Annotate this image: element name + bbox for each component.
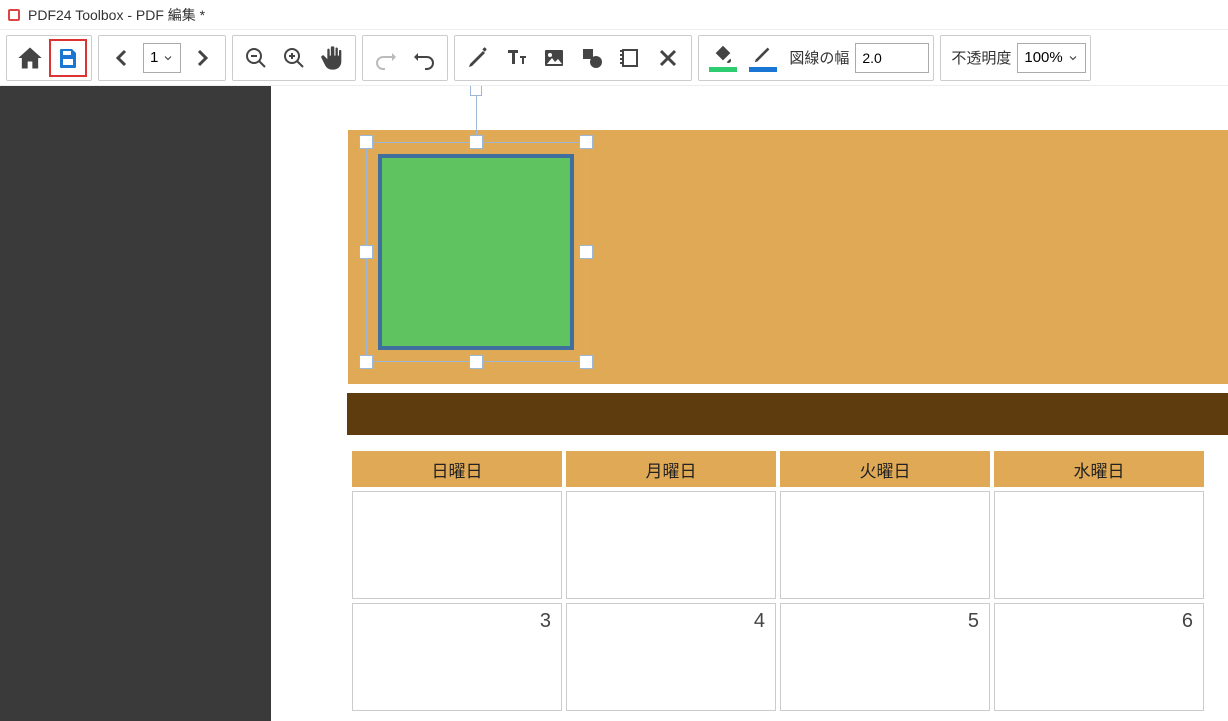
- shape-tool-button[interactable]: [573, 39, 611, 77]
- resize-handle-tr[interactable]: [579, 135, 593, 149]
- pan-tool-button[interactable]: [313, 39, 351, 77]
- delete-tool-button[interactable]: [649, 39, 687, 77]
- zoom-in-button[interactable]: [275, 39, 313, 77]
- calendar-cell: 6: [994, 603, 1204, 711]
- calendar-grid: 日曜日 月曜日 火曜日 水曜日 3 4 5: [348, 447, 1208, 715]
- resize-handle-bm[interactable]: [469, 355, 483, 369]
- stroke-color-swatch: [749, 67, 777, 72]
- chevron-down-icon: [1067, 52, 1079, 64]
- rotation-connector: [476, 92, 477, 135]
- resize-handle-ml[interactable]: [359, 245, 373, 259]
- calendar-cell: [780, 491, 990, 599]
- toolbar: 1: [0, 30, 1228, 86]
- weekday-header: 月曜日: [566, 451, 776, 487]
- calendar-header-row: 日曜日 月曜日 火曜日 水曜日: [352, 451, 1204, 487]
- page-number: 1: [150, 49, 158, 66]
- title-bar: PDF24 Toolbox - PDF 編集 *: [0, 0, 1228, 30]
- app-icon: [6, 7, 22, 23]
- calendar-cell: 4: [566, 603, 776, 711]
- fill-color-swatch: [709, 67, 737, 72]
- image-tool-button[interactable]: [535, 39, 573, 77]
- calendar-row: 3 4 5 6: [352, 603, 1204, 711]
- redo-button[interactable]: [367, 39, 405, 77]
- stroke-color-button[interactable]: [745, 40, 781, 76]
- paint-bucket-icon: [712, 43, 734, 65]
- rotation-handle[interactable]: [470, 86, 482, 96]
- weekday-header: 火曜日: [780, 451, 990, 487]
- thumbnail-panel[interactable]: [0, 86, 271, 721]
- text-tool-button[interactable]: [497, 39, 535, 77]
- line-width-label: 図線の幅: [783, 47, 855, 68]
- selection-box[interactable]: [366, 142, 586, 362]
- opacity-label: 不透明度: [945, 47, 1017, 68]
- fill-color-button[interactable]: [705, 40, 741, 76]
- calendar-cell: [994, 491, 1204, 599]
- zoom-out-button[interactable]: [237, 39, 275, 77]
- home-button[interactable]: [11, 39, 49, 77]
- calendar-row: [352, 491, 1204, 599]
- chevron-down-icon: [162, 52, 174, 64]
- calendar-cell: 5: [780, 603, 990, 711]
- calendar-cell: [566, 491, 776, 599]
- calendar-title-strip: [347, 393, 1228, 435]
- weekday-header: 日曜日: [352, 451, 562, 487]
- page-select[interactable]: 1: [143, 43, 181, 73]
- workspace: 日曜日 月曜日 火曜日 水曜日 3 4 5: [0, 86, 1228, 721]
- resize-handle-mr[interactable]: [579, 245, 593, 259]
- form-tool-button[interactable]: [611, 39, 649, 77]
- draw-tool-button[interactable]: [459, 39, 497, 77]
- save-button[interactable]: [49, 39, 87, 77]
- opacity-value: 100%: [1024, 49, 1062, 66]
- canvas-area[interactable]: 日曜日 月曜日 火曜日 水曜日 3 4 5: [271, 86, 1228, 721]
- resize-handle-tl[interactable]: [359, 135, 373, 149]
- shape-rectangle[interactable]: [378, 154, 574, 350]
- resize-handle-bl[interactable]: [359, 355, 373, 369]
- opacity-select[interactable]: 100%: [1017, 43, 1085, 73]
- calendar-cell: 3: [352, 603, 562, 711]
- resize-handle-br[interactable]: [579, 355, 593, 369]
- calendar-cell: [352, 491, 562, 599]
- next-page-button[interactable]: [183, 39, 221, 77]
- window-title: PDF24 Toolbox - PDF 編集 *: [28, 5, 205, 25]
- line-width-input[interactable]: [855, 43, 929, 73]
- prev-page-button[interactable]: [103, 39, 141, 77]
- weekday-header: 水曜日: [994, 451, 1204, 487]
- pencil-icon: [752, 43, 774, 65]
- undo-button[interactable]: [405, 39, 443, 77]
- resize-handle-tm[interactable]: [469, 135, 483, 149]
